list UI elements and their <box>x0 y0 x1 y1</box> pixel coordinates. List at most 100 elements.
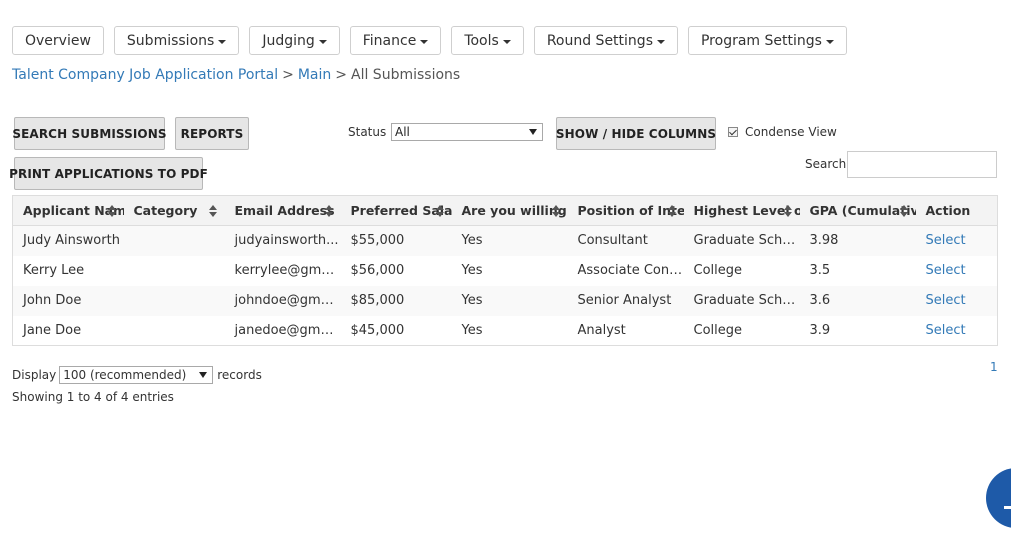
breadcrumb-separator: > <box>282 67 294 83</box>
status-select[interactable]: All <box>391 123 543 141</box>
nav-program-settings[interactable]: Program Settings <box>687 26 847 55</box>
col-category[interactable]: Category <box>123 195 225 226</box>
records-per-page-select[interactable]: 100 (recommended) <box>59 366 214 384</box>
nav-tools[interactable]: Tools <box>451 26 524 55</box>
breadcrumb-portal-link[interactable]: Talent Company Job Application Portal <box>12 67 278 83</box>
condense-view-toggle[interactable]: Condense View <box>728 125 837 139</box>
cell-action: Select <box>915 285 998 316</box>
sort-icon <box>324 205 333 217</box>
sort-icon <box>208 205 217 217</box>
cell-position: Senior Analyst <box>567 285 684 316</box>
col-position-of-interest[interactable]: Position of Inte <box>567 195 684 226</box>
cell-salary: $85,000 <box>340 285 452 316</box>
col-action: Action <box>915 195 998 226</box>
nav-overview-label: Overview <box>25 32 91 49</box>
cell-action: Select <box>915 255 998 286</box>
breadcrumb-separator: > <box>335 67 347 83</box>
sort-icon <box>107 205 116 217</box>
breadcrumb-main-link[interactable]: Main <box>298 67 331 83</box>
cell-salary: $56,000 <box>340 255 452 286</box>
col-applicant-name[interactable]: Applicant Name <box>12 195 124 226</box>
nav-finance[interactable]: Finance <box>349 26 442 55</box>
caret-down-icon <box>502 39 511 44</box>
cell-gpa: 3.5 <box>799 255 916 286</box>
caret-down-icon <box>825 39 834 44</box>
caret-down-icon <box>420 39 429 44</box>
cell-position: Consultant <box>567 225 684 256</box>
col-are-you-willing[interactable]: Are you willing <box>451 195 568 226</box>
records-per-page-value: 100 (recommended) <box>63 368 187 382</box>
search-submissions-button[interactable]: SEARCH SUBMISSIONS <box>12 117 167 150</box>
cell-applicant-name: Kerry Lee <box>12 255 124 286</box>
table-header-row: Applicant Name Category Email Address Pr… <box>12 195 998 226</box>
cell-category <box>123 225 225 256</box>
chat-widget-button[interactable] <box>986 468 1011 528</box>
cell-salary: $45,000 <box>340 315 452 346</box>
cell-action: Select <box>915 225 998 256</box>
cell-applicant-name: John Doe <box>12 285 124 316</box>
cell-salary: $55,000 <box>340 225 452 256</box>
select-link[interactable]: Select <box>926 293 966 308</box>
cell-position: Analyst <box>567 315 684 346</box>
search-label: Search: <box>805 157 851 171</box>
sort-icon <box>899 205 908 217</box>
col-gpa[interactable]: GPA (Cumulative) <box>799 195 916 226</box>
cell-gpa: 3.98 <box>799 225 916 256</box>
cell-gpa: 3.6 <box>799 285 916 316</box>
cell-email: judyainsworth... <box>224 225 341 256</box>
cell-email: janedoe@gmai... <box>224 315 341 346</box>
cell-applicant-name: Judy Ainsworth <box>12 225 124 256</box>
nav-overview[interactable]: Overview <box>12 26 104 55</box>
cell-willing: Yes <box>451 225 568 256</box>
sort-icon <box>435 205 444 217</box>
cell-willing: Yes <box>451 285 568 316</box>
cell-email: johndoe@gmai... <box>224 285 341 316</box>
sort-icon <box>783 205 792 217</box>
condense-view-checkbox[interactable] <box>728 127 738 137</box>
status-label: Status <box>348 125 387 139</box>
cell-gpa: 3.9 <box>799 315 916 346</box>
nav-judging[interactable]: Judging <box>249 26 340 55</box>
nav-round-settings-label: Round Settings <box>546 32 653 49</box>
search-input[interactable] <box>847 151 997 178</box>
cell-education: College <box>683 315 800 346</box>
page-1-link[interactable]: 1 <box>990 360 998 374</box>
cell-position: Associate Cons... <box>567 255 684 286</box>
reports-button[interactable]: REPORTS <box>175 117 249 150</box>
cell-willing: Yes <box>451 255 568 286</box>
col-preferred-salary[interactable]: Preferred Salary <box>340 195 452 226</box>
select-arrow-icon <box>199 372 208 378</box>
select-arrow-icon <box>529 129 537 135</box>
showing-entries: Showing 1 to 4 of 4 entries <box>12 390 174 404</box>
cell-willing: Yes <box>451 315 568 346</box>
nav-submissions-label: Submissions <box>126 32 215 49</box>
cell-category <box>123 315 225 346</box>
cell-email: kerrylee@gmai... <box>224 255 341 286</box>
col-highest-level[interactable]: Highest Level of... <box>683 195 800 226</box>
nav-submissions[interactable]: Submissions <box>113 26 240 55</box>
display-label: Display <box>12 368 57 382</box>
select-link[interactable]: Select <box>926 233 966 248</box>
table-row: Kerry Lee kerrylee@gmai... $56,000 Yes A… <box>12 255 998 286</box>
col-email-address[interactable]: Email Address <box>224 195 341 226</box>
caret-down-icon <box>318 39 327 44</box>
records-label: records <box>217 368 262 382</box>
status-select-value: All <box>395 125 410 139</box>
condense-view-label: Condense View <box>745 125 837 139</box>
caret-down-icon <box>656 39 665 44</box>
submissions-table: Applicant Name Category Email Address Pr… <box>12 195 998 346</box>
sort-icon <box>551 205 560 217</box>
table-row: Jane Doe janedoe@gmai... $45,000 Yes Ana… <box>12 315 998 346</box>
chat-icon <box>1004 488 1011 509</box>
top-nav: Overview Submissions Judging Finance Too… <box>12 26 857 55</box>
display-records: Display 100 (recommended) records <box>12 366 262 384</box>
cell-applicant-name: Jane Doe <box>12 315 124 346</box>
breadcrumb-current: All Submissions <box>351 67 461 83</box>
select-link[interactable]: Select <box>926 323 966 338</box>
print-pdf-button[interactable]: PRINT APPLICATIONS TO PDF <box>9 157 208 190</box>
col-email-address-label: Email Address <box>234 203 335 218</box>
nav-round-settings[interactable]: Round Settings <box>533 26 678 55</box>
show-hide-columns-button[interactable]: SHOW / HIDE COLUMNS <box>556 117 716 150</box>
select-link[interactable]: Select <box>926 263 966 278</box>
sort-icon <box>667 205 676 217</box>
